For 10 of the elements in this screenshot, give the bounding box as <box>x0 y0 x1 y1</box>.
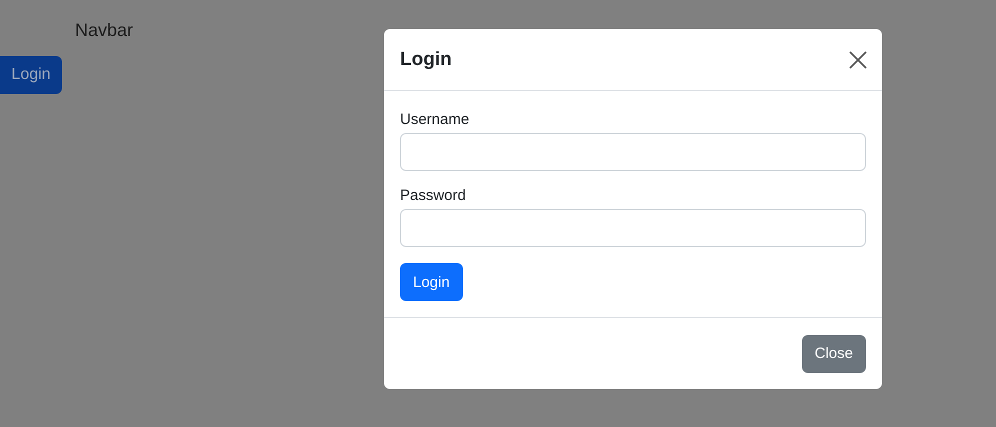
close-icon[interactable] <box>849 50 867 68</box>
close-button[interactable]: Close <box>802 334 866 372</box>
navbar-brand[interactable]: Navbar <box>75 19 134 41</box>
login-button[interactable]: Login <box>400 263 463 301</box>
input-field[interactable] <box>400 133 866 171</box>
login-button[interactable]: Login <box>0 56 62 94</box>
dialog-title: Login <box>400 48 452 70</box>
input-field[interactable] <box>400 209 866 247</box>
field-label: Password <box>400 187 467 205</box>
field-label: Username <box>400 111 470 129</box>
